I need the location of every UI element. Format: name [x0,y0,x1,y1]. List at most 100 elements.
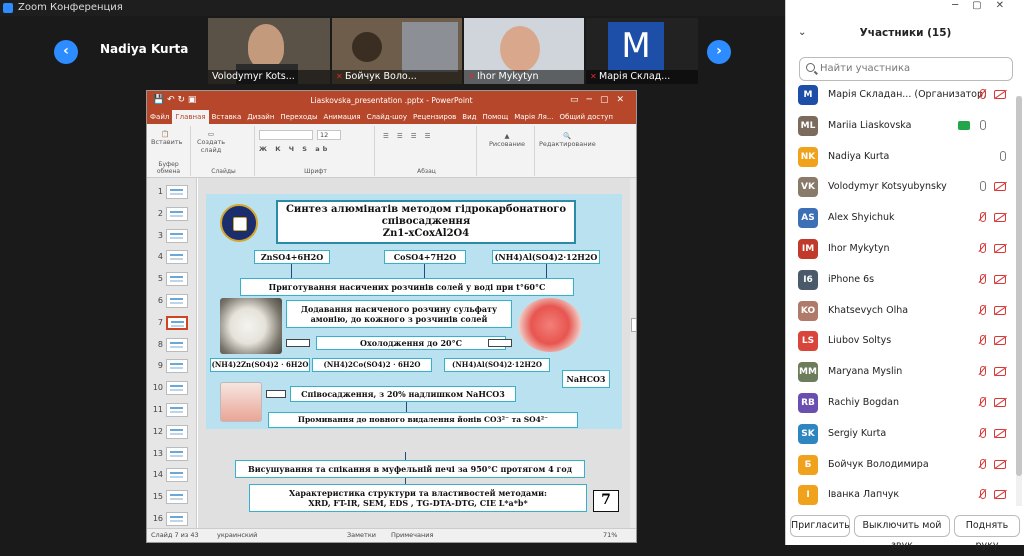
tab-review[interactable]: Рецензиров [410,110,459,124]
slide-thumbnail[interactable]: 11 [151,400,195,420]
participant-row[interactable]: IM Ihor Mykytyn [786,234,1016,264]
scroll-thumb[interactable] [631,318,636,332]
participant-row[interactable]: M Марія Складан... (Организатор) [786,80,1016,110]
video-tile[interactable]: ✕ Ihor Mykytyn [464,18,584,84]
camera-off-icon[interactable] [994,182,1006,192]
muted-mic-icon[interactable] [978,304,986,317]
camera-off-icon[interactable] [994,428,1006,438]
camera-off-icon[interactable] [994,244,1006,253]
font-format-buttons[interactable]: Ж К Ч S ab [259,145,369,153]
camera-off-icon[interactable] [994,459,1006,469]
font-size-box[interactable]: 12 [317,130,341,140]
tab-share[interactable]: Общий доступ [557,110,617,124]
invite-button[interactable]: Пригласить [790,515,850,537]
participant-row[interactable]: KO Khatsevych Olha [786,296,1016,326]
video-tile[interactable]: ✕ Бойчук Воло... [332,18,462,84]
muted-mic-icon[interactable] [978,212,986,224]
tab-user[interactable]: Марія Ля... [511,110,556,124]
comments-button[interactable]: Примечания [391,529,433,542]
participant-row[interactable]: MM Maryana Myslin [786,357,1016,387]
muted-mic-icon[interactable] [978,489,986,501]
tab-transitions[interactable]: Переходы [277,110,320,124]
slide-thumbnail[interactable]: 10 [151,378,195,398]
window-controls[interactable]: ─▢✕ [952,0,1018,11]
tab-help[interactable]: Помощ [479,110,511,124]
participant-row[interactable]: I6 iPhone 6s [786,265,1016,295]
muted-mic-icon[interactable] [978,397,986,409]
camera-off-icon[interactable] [994,90,1006,99]
slide-thumbnail[interactable]: 9 [151,356,195,376]
participant-row[interactable]: VK Volodymyr Kotsyubynsky [786,172,1016,202]
paste-button[interactable]: 📋 Вставить [151,130,182,146]
camera-off-icon[interactable] [994,367,1006,377]
participant-row[interactable]: ML Mariia Liaskovska [786,111,1016,141]
slide-thumbnail[interactable]: 15 [151,487,195,507]
participant-row[interactable]: NK Nadiya Kurta [786,142,1016,172]
participant-search-input[interactable]: Найти участника [799,57,1013,81]
muted-mic-icon[interactable] [978,458,986,471]
participant-row[interactable]: Б Бойчук Володимира [786,450,1016,480]
gallery-prev-button[interactable]: ‹ [54,40,78,64]
editor-scrollbar[interactable] [630,178,636,530]
slide-thumbnail[interactable]: 2 [151,204,195,224]
participant-scrollbar[interactable] [1016,96,1022,506]
video-tile[interactable]: Volodymyr Kots... [208,18,330,84]
participant-row[interactable]: SK Sergiy Kurta [786,419,1016,449]
slide-thumbnail[interactable]: 1 [151,182,195,202]
thumbnail-number: 4 [157,252,163,262]
gallery-next-button[interactable]: › [707,40,731,64]
muted-mic-icon[interactable] [978,273,986,286]
font-name-box[interactable] [259,130,313,140]
muted-mic-icon[interactable] [978,243,986,255]
muted-mic-icon[interactable] [978,335,986,347]
drawing-button[interactable]: ▲ Рисование [481,132,533,148]
slide-thumbnail[interactable]: 6 [151,291,195,311]
participant-row[interactable]: LS Liubov Soltys [786,326,1016,356]
participant-row[interactable]: RB Rachiy Bogdan [786,388,1016,418]
tab-insert[interactable]: Вставка [209,110,245,124]
participant-row[interactable]: AS Alex Shyichuk [786,203,1016,233]
slide-thumbnail[interactable]: 16 [151,509,195,529]
camera-off-icon[interactable] [994,305,1006,315]
slide-thumbnail[interactable]: 14 [151,465,195,485]
language-indicator[interactable]: украинский [217,529,257,542]
mute-me-button[interactable]: Выключить мой звук [854,515,950,551]
video-tile[interactable]: M ✕ Марія Склад... [586,18,698,84]
slide-thumbnail[interactable]: 8 [151,335,195,355]
slide-thumbnail[interactable]: 3 [151,226,195,246]
mic-icon[interactable] [978,181,986,193]
camera-off-icon[interactable] [994,274,1006,284]
slide-thumbnail[interactable]: 5 [151,269,195,289]
raise-hand-button[interactable]: Поднять руку [954,515,1020,551]
tab-file[interactable]: Файл [147,110,172,124]
slide-thumbnail[interactable]: 7 [151,313,195,333]
muted-mic-icon[interactable] [978,89,986,101]
camera-off-icon[interactable] [994,398,1006,407]
tab-view[interactable]: Вид [459,110,479,124]
muted-mic-icon[interactable] [978,366,986,378]
camera-off-icon[interactable] [994,336,1006,346]
paragraph-buttons[interactable]: ☰ ☰ ☰ ☰ [383,132,471,140]
camera-on-icon[interactable] [958,120,970,130]
mic-icon[interactable] [978,119,986,132]
tab-animation[interactable]: Анимация [321,110,364,124]
slide-thumbnail[interactable]: 13 [151,444,195,464]
notes-button[interactable]: Заметки [347,529,376,542]
tab-design[interactable]: Дизайн [244,110,277,124]
participant-row[interactable]: І Іванка Лапчук [786,480,1016,508]
scroll-thumb[interactable] [1016,96,1022,476]
zoom-level[interactable]: 71% [603,529,617,542]
tab-home[interactable]: Главная [172,110,209,124]
quick-access-icons[interactable]: 💾 ↶ ↻ ▣ [153,91,196,110]
muted-mic-icon[interactable] [978,427,986,440]
ppt-window-controls[interactable]: ▭─▢✕ [570,91,632,110]
camera-off-icon[interactable] [994,490,1006,500]
mic-icon[interactable] [998,150,1006,163]
new-slide-button[interactable]: ▭ Создать слайд [197,130,225,154]
chevron-down-icon[interactable]: ⌄ [798,22,806,44]
editing-button[interactable]: 🔍 Редактирование [539,132,596,148]
slide-thumbnail[interactable]: 4 [151,247,195,267]
tab-slideshow[interactable]: Слайд-шоу [364,110,410,124]
slide-thumbnail[interactable]: 12 [151,422,195,442]
camera-off-icon[interactable] [994,213,1006,223]
